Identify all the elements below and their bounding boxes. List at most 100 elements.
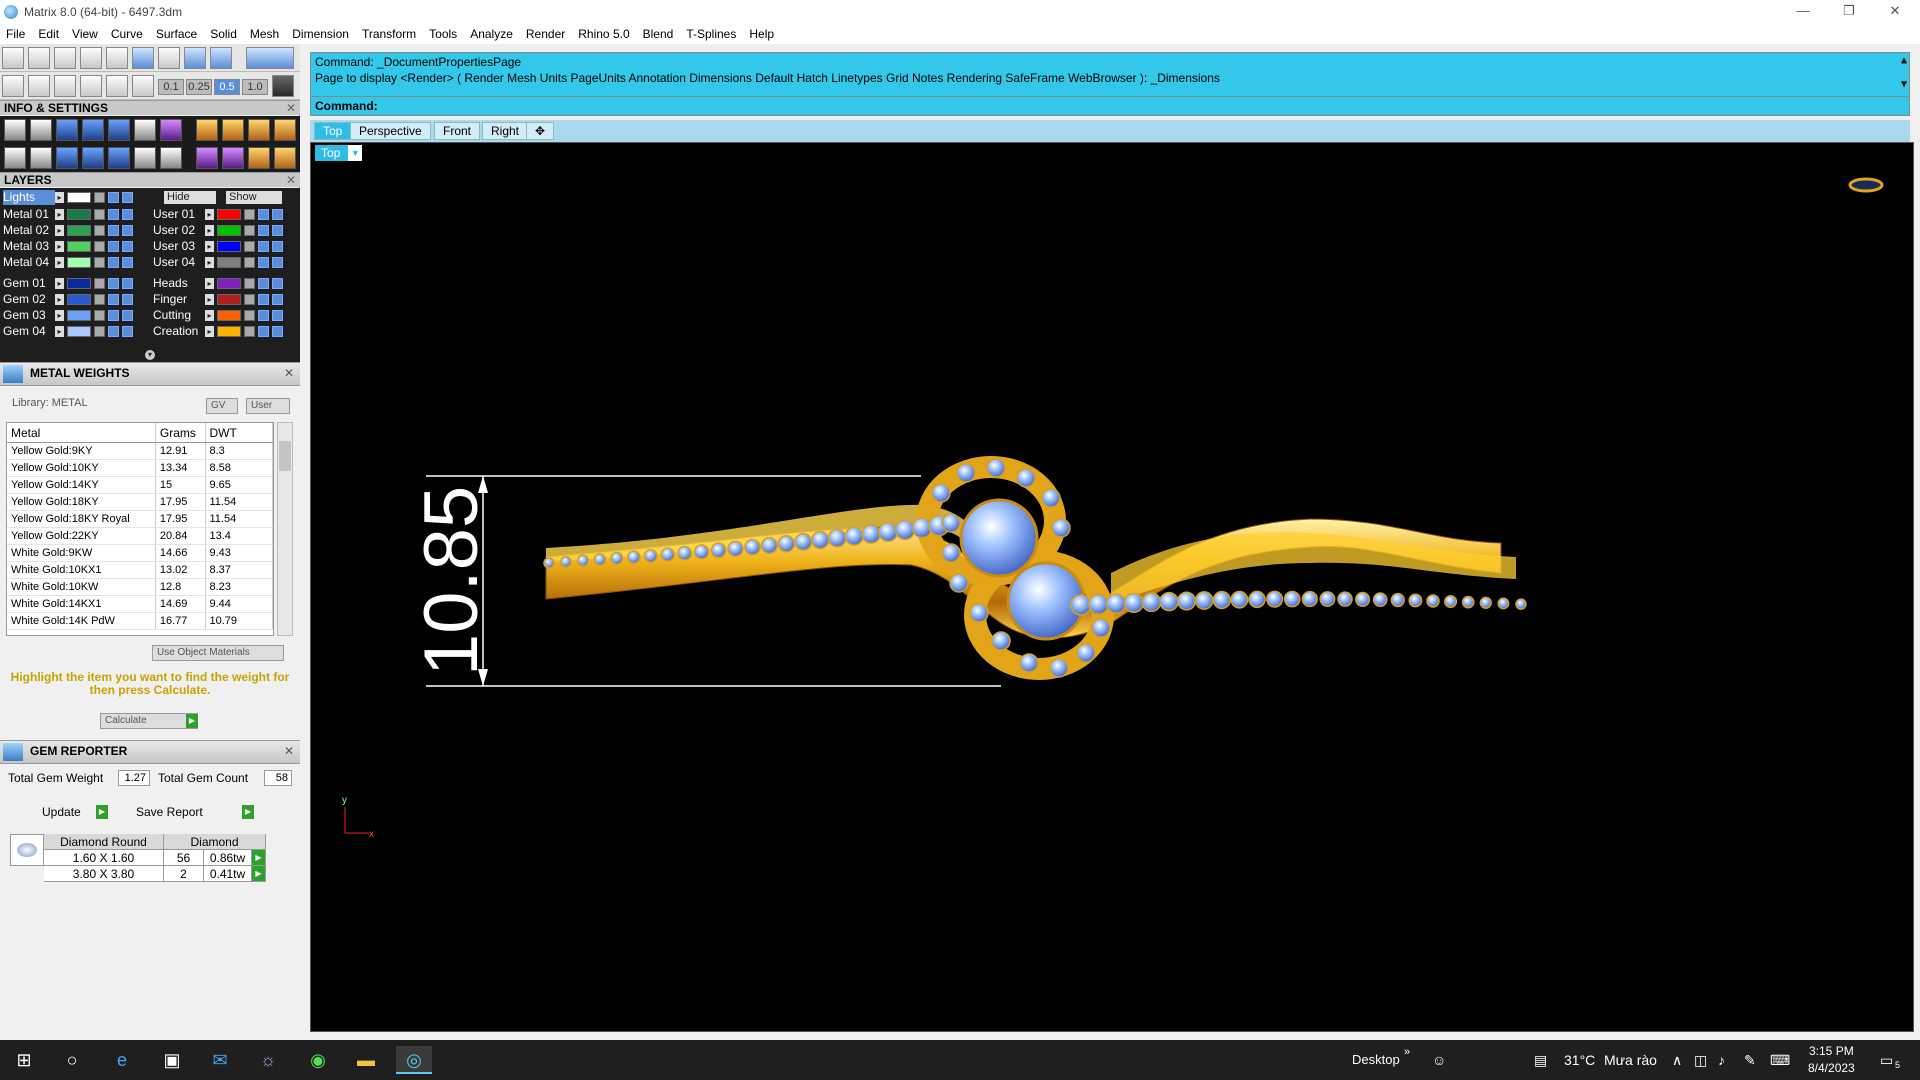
user-toggle[interactable]: User	[246, 398, 290, 414]
table-row[interactable]: White Gold:9KW 14.66 9.43	[7, 545, 273, 562]
save-report-button[interactable]: Save Report	[136, 805, 203, 819]
layer-expand-icon[interactable]: ▸	[55, 326, 64, 337]
gem-row[interactable]: 3.80 X 3.80 2 0.41tw ▶	[44, 866, 266, 882]
layer-expand-icon[interactable]: ▸	[55, 225, 64, 236]
pen-icon[interactable]: ✎	[1744, 1040, 1756, 1080]
layer-expand-icon[interactable]: ▸	[55, 278, 64, 289]
layer-color-swatch[interactable]	[217, 294, 241, 305]
menu-blend[interactable]: Blend	[643, 27, 674, 41]
grid-snap-icon[interactable]	[272, 75, 294, 97]
layer-visible-icon[interactable]	[108, 241, 119, 252]
layer-expand-icon[interactable]: ▸	[55, 192, 64, 203]
layer-print-icon[interactable]	[122, 310, 133, 321]
volume-icon[interactable]: ♪	[1718, 1040, 1725, 1080]
layer-visible-icon[interactable]	[108, 310, 119, 321]
layer-color-swatch[interactable]	[67, 225, 91, 236]
rotate-tool-icon[interactable]	[28, 47, 50, 69]
photo-icon[interactable]	[222, 119, 244, 141]
snap-value-0-1[interactable]: 0.1	[158, 79, 184, 95]
layer-row[interactable]: Metal 02 ▸	[0, 223, 146, 238]
table-row[interactable]: White Gold:10KX1 13.02 8.37	[7, 562, 273, 579]
menu-file[interactable]: File	[6, 27, 25, 41]
layer-lock-icon[interactable]	[244, 326, 255, 337]
layer-row[interactable]: User 03 ▸	[150, 239, 296, 254]
search-icon[interactable]: ○	[54, 1046, 90, 1074]
layers-collapse-icon[interactable]: ▾	[145, 350, 155, 360]
layer-color-swatch[interactable]	[217, 326, 241, 337]
tab-top[interactable]: Top	[314, 122, 352, 140]
layer-color-swatch[interactable]	[67, 326, 91, 337]
filter-icon[interactable]	[108, 147, 130, 169]
menu-view[interactable]: View	[72, 27, 98, 41]
layer-color-swatch[interactable]	[217, 241, 241, 252]
layer-visible-icon[interactable]	[258, 294, 269, 305]
maximize-button[interactable]: ❐	[1826, 0, 1872, 24]
layer-lock-icon[interactable]	[94, 294, 105, 305]
layer-print-icon[interactable]	[272, 241, 283, 252]
layers-close-icon[interactable]: ✕	[286, 173, 296, 187]
app-green-icon[interactable]: ◉	[300, 1046, 336, 1074]
gallery-icon[interactable]	[248, 119, 270, 141]
table-row[interactable]: Yellow Gold:22KY 20.84 13.4	[7, 528, 273, 545]
layer-visible-icon[interactable]	[108, 225, 119, 236]
mail-icon[interactable]: ✉	[202, 1046, 238, 1074]
layer-row[interactable]: Heads ▸	[150, 276, 296, 291]
snap-value-1-0[interactable]: 1.0	[242, 79, 268, 95]
gem-reporter-close-icon[interactable]: ✕	[284, 744, 294, 758]
layer-print-icon[interactable]	[122, 278, 133, 289]
layer-print-icon[interactable]	[272, 326, 283, 337]
layer-color-swatch[interactable]	[217, 278, 241, 289]
layer-lock-icon[interactable]	[94, 257, 105, 268]
layer-expand-icon[interactable]: ▸	[55, 241, 64, 252]
layer-print-icon[interactable]	[272, 209, 283, 220]
layer-print-icon[interactable]	[122, 209, 133, 220]
menu-mesh[interactable]: Mesh	[250, 27, 279, 41]
menu-transform[interactable]: Transform	[362, 27, 416, 41]
table-row[interactable]: White Gold:10KW 12.8 8.23	[7, 579, 273, 596]
info-settings-close-icon[interactable]: ✕	[286, 101, 296, 115]
menu-help[interactable]: Help	[749, 27, 774, 41]
clock[interactable]: 3:15 PM 8/4/2023	[1808, 1043, 1855, 1077]
minimize-button[interactable]: —	[1780, 0, 1826, 24]
layer-color-swatch[interactable]	[67, 257, 91, 268]
edit-icon[interactable]	[134, 119, 156, 141]
layer-color-swatch[interactable]	[217, 225, 241, 236]
layer-row[interactable]: Gem 03 ▸	[0, 308, 146, 323]
layer-row[interactable]: Metal 01 ▸	[0, 207, 146, 222]
file-explorer-icon[interactable]: ▬	[348, 1046, 384, 1074]
windows-start-icon[interactable]: ⊞	[6, 1046, 42, 1074]
column-header-metal[interactable]: Metal	[7, 423, 156, 442]
layer-expand-icon[interactable]: ▸	[55, 310, 64, 321]
layer-row[interactable]: Gem 01 ▸	[0, 276, 146, 291]
model-canvas[interactable]: 10.85 y x	[311, 143, 1914, 1032]
layer-visible-icon[interactable]	[258, 225, 269, 236]
layer-print-icon[interactable]	[272, 225, 283, 236]
layer-expand-icon[interactable]: ▸	[205, 310, 214, 321]
menu-analyze[interactable]: Analyze	[470, 27, 513, 41]
layer-print-icon[interactable]	[122, 294, 133, 305]
table-row[interactable]: Yellow Gold:18KY Royal 17.95 11.54	[7, 511, 273, 528]
layer-lock-icon[interactable]	[244, 209, 255, 220]
layer-expand-icon[interactable]: ▸	[205, 257, 214, 268]
table-row[interactable]: Yellow Gold:18KY 17.95 11.54	[7, 494, 273, 511]
menu-dimension[interactable]: Dimension	[292, 27, 349, 41]
menu-curve[interactable]: Curve	[111, 27, 143, 41]
table-row[interactable]: White Gold:14KX1 14.69 9.44	[7, 596, 273, 613]
layer-expand-icon[interactable]: ▸	[205, 294, 214, 305]
zoom-icon[interactable]	[30, 119, 52, 141]
layer-visible-icon[interactable]	[108, 278, 119, 289]
layer-print-icon[interactable]	[272, 278, 283, 289]
gem-row-go-icon[interactable]: ▶	[252, 866, 266, 881]
matrix-taskbar-icon[interactable]: ◎	[396, 1046, 432, 1074]
layer-row[interactable]: Creation ▸	[150, 324, 296, 339]
layer-visible-icon[interactable]	[258, 310, 269, 321]
layer-print-icon[interactable]	[122, 257, 133, 268]
layer-expand-icon[interactable]: ▸	[205, 241, 214, 252]
layer-color-swatch[interactable]	[67, 241, 91, 252]
layer-lock-icon[interactable]	[94, 326, 105, 337]
view-cube-icon[interactable]	[1848, 177, 1884, 193]
desktop-toolbar[interactable]: Desktop	[1352, 1040, 1400, 1080]
layer-row[interactable]: User 01 ▸	[150, 207, 296, 222]
column-header-dwt[interactable]: DWT	[206, 423, 273, 442]
table-row[interactable]: Yellow Gold:10KY 13.34 8.58	[7, 460, 273, 477]
